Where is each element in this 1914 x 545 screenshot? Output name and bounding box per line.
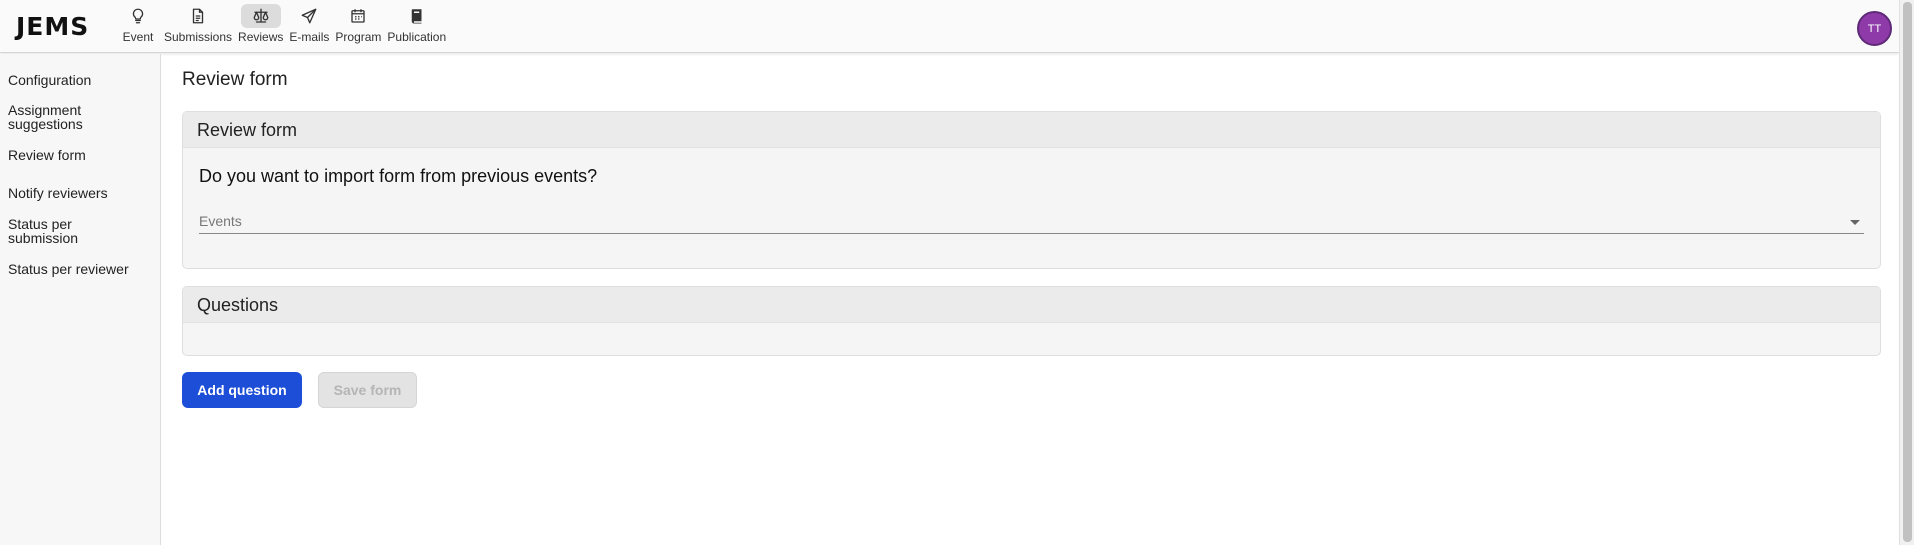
card-header: Questions: [183, 287, 1880, 323]
events-select-placeholder: Events: [199, 213, 242, 229]
sidebar-item-status-per-reviewer[interactable]: Status per reviewer: [0, 262, 160, 276]
user-avatar[interactable]: TT: [1857, 11, 1892, 46]
questions-card: Questions: [182, 286, 1881, 356]
top-navigation-bar: JEMS Event Submissions Reviews E-mails P…: [0, 0, 1899, 53]
calendar-icon: [338, 4, 378, 28]
sidebar-item-status-per-submission[interactable]: Status per submission: [0, 217, 95, 245]
import-question: Do you want to import form from previous…: [199, 166, 598, 186]
nav-label: Submissions: [164, 30, 233, 44]
nav-label: E-mails: [289, 30, 330, 44]
scrollbar-thumb[interactable]: [1903, 2, 1912, 542]
book-icon: [397, 4, 437, 28]
import-form-card: Review form Do you want to import form f…: [182, 111, 1881, 269]
page-scrollbar[interactable]: [1899, 0, 1914, 545]
caret-down-icon: [1850, 220, 1860, 225]
nav-item-event[interactable]: Event: [118, 4, 158, 44]
app-logo[interactable]: JEMS: [16, 12, 89, 41]
sidebar-item-notify-reviewers[interactable]: Notify reviewers: [0, 186, 160, 200]
lightbulb-icon: [118, 4, 158, 28]
sidebar-item-review-form[interactable]: Review form: [0, 148, 160, 162]
nav-label: Reviews: [238, 30, 284, 44]
sidebar-item-assignment-suggestions[interactable]: Assignment suggestions: [0, 103, 90, 131]
nav-item-reviews[interactable]: Reviews: [238, 4, 283, 44]
nav-label: Program: [335, 30, 382, 44]
sidebar-item-configuration[interactable]: Configuration: [0, 73, 160, 87]
nav-label: Publication: [387, 30, 447, 44]
card-header: Review form: [183, 112, 1880, 148]
page-title: Review form: [182, 69, 288, 90]
scale-icon: [240, 4, 281, 28]
events-select[interactable]: Events: [199, 208, 1864, 234]
document-icon: [178, 4, 218, 28]
save-form-button: Save form: [318, 372, 417, 408]
nav-item-program[interactable]: Program: [335, 4, 381, 44]
nav-item-publication[interactable]: Publication: [387, 4, 446, 44]
paper-plane-icon: [289, 4, 329, 28]
sidebar: Configuration Assignment suggestions Rev…: [0, 54, 161, 545]
main-nav: Event Submissions Reviews E-mails Progra…: [118, 4, 452, 44]
nav-label: Event: [122, 30, 154, 44]
nav-item-emails[interactable]: E-mails: [289, 4, 329, 44]
add-question-button[interactable]: Add question: [182, 372, 302, 408]
nav-item-submissions[interactable]: Submissions: [164, 4, 232, 44]
